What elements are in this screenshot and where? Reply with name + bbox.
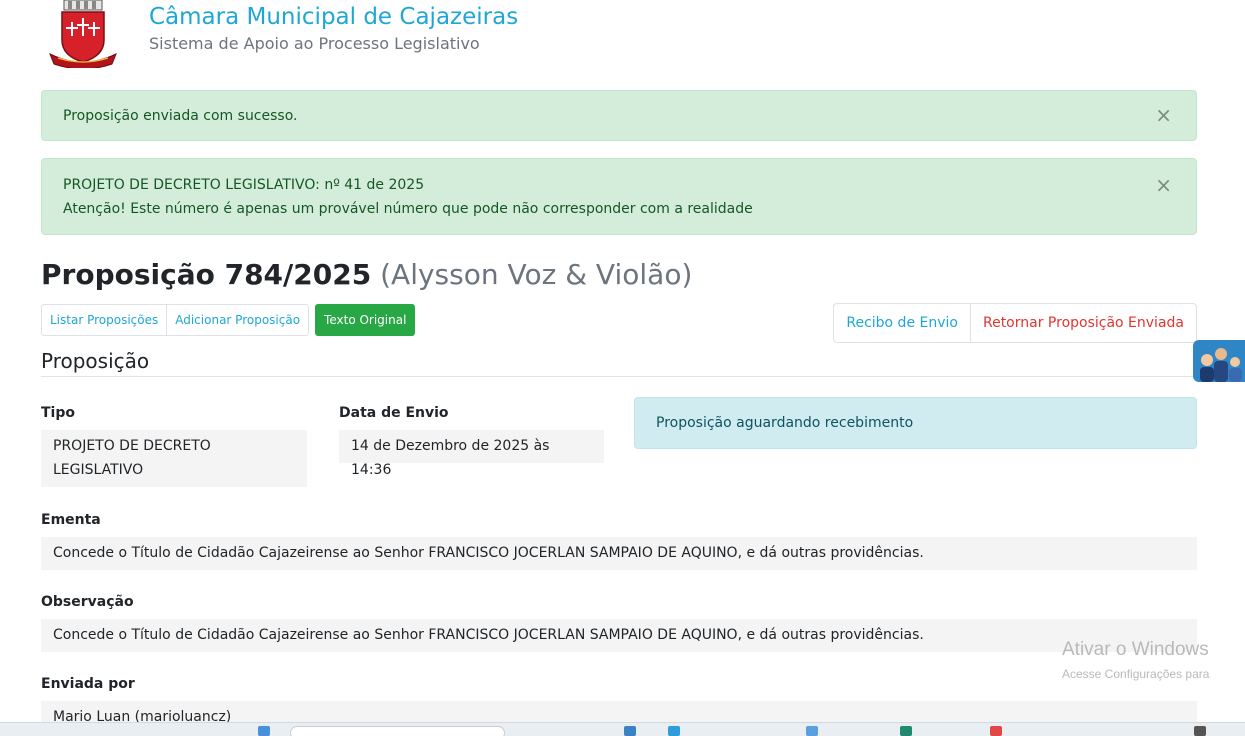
- crest-logo: [46, 0, 120, 68]
- page-title: Proposição 784/2025 (Alysson Voz & Violã…: [41, 258, 692, 291]
- taskbar-app-icon[interactable]: [668, 726, 680, 736]
- success-alert: Proposição enviada com sucesso. ×: [41, 90, 1197, 141]
- enviada-por-label: Enviada por: [41, 676, 135, 692]
- windows-activation-watermark: Ativar o Windows: [1062, 639, 1209, 660]
- taskbar-app-icon[interactable]: [900, 726, 912, 736]
- taskbar-app-icon[interactable]: [624, 726, 636, 736]
- section-title: Proposição: [41, 349, 150, 373]
- texto-original-button[interactable]: Texto Original: [315, 304, 416, 336]
- number-alert: PROJETO DE DECRETO LEGISLATIVO: nº 41 de…: [41, 158, 1197, 235]
- alert-number-line: PROJETO DE DECRETO LEGISLATIVO: nº 41 de…: [63, 177, 425, 193]
- data-envio-value: 14 de Dezembro de 2025 às 14:36: [339, 430, 604, 478]
- chat-widget-button[interactable]: [1193, 340, 1245, 382]
- proposicao-author: (Alysson Voz & Violão): [380, 258, 693, 291]
- section-divider: [41, 376, 1197, 377]
- ementa-label: Ementa: [41, 512, 101, 528]
- windows-activation-subtext: Acesse Configurações para: [1062, 667, 1210, 681]
- close-icon[interactable]: ×: [1155, 175, 1172, 195]
- close-icon[interactable]: ×: [1155, 105, 1172, 125]
- action-buttons-right: Recibo de Envio Retornar Proposição Envi…: [833, 303, 1197, 343]
- taskbar-app-icon[interactable]: [258, 726, 270, 736]
- tipo-label: Tipo: [41, 405, 75, 421]
- tipo-value-line1: PROJETO DE DECRETO: [53, 438, 211, 454]
- observacao-value: Concede o Título de Cidadão Cajazeirense…: [41, 619, 1197, 652]
- taskbar: [0, 722, 1245, 736]
- tipo-value: PROJETO DE DECRETO LEGISLATIVO: [41, 430, 307, 487]
- site-header: Câmara Municipal de Cajazeiras Sistema d…: [44, 0, 744, 72]
- tipo-value-line2: LEGISLATIVO: [53, 462, 144, 478]
- retornar-proposicao-button[interactable]: Retornar Proposição Enviada: [969, 303, 1197, 343]
- taskbar-search[interactable]: [290, 726, 505, 736]
- alert-warning-line: Atenção! Este número é apenas um prováve…: [63, 201, 753, 217]
- data-envio-label: Data de Envio: [339, 405, 449, 421]
- taskbar-app-icon[interactable]: [806, 726, 818, 736]
- ementa-value: Concede o Título de Cidadão Cajazeirense…: [41, 537, 1197, 570]
- people-icon: [1200, 348, 1242, 382]
- taskbar-tray-icon[interactable]: [1194, 726, 1206, 736]
- action-buttons-left: Listar Proposições Adicionar Proposição …: [41, 304, 416, 336]
- site-title[interactable]: Câmara Municipal de Cajazeiras: [149, 4, 518, 30]
- adicionar-proposicao-button[interactable]: Adicionar Proposição: [166, 304, 310, 336]
- taskbar-app-icon[interactable]: [990, 726, 1002, 736]
- listar-proposicoes-button[interactable]: Listar Proposições: [41, 304, 168, 336]
- alert-message: Proposição enviada com sucesso.: [63, 108, 298, 124]
- observacao-label: Observação: [41, 594, 134, 610]
- proposicao-number: Proposição 784/2025: [41, 258, 372, 291]
- recibo-envio-button[interactable]: Recibo de Envio: [833, 303, 971, 343]
- site-subtitle: Sistema de Apoio ao Processo Legislativo: [149, 34, 480, 53]
- status-info-box: Proposição aguardando recebimento: [634, 397, 1197, 449]
